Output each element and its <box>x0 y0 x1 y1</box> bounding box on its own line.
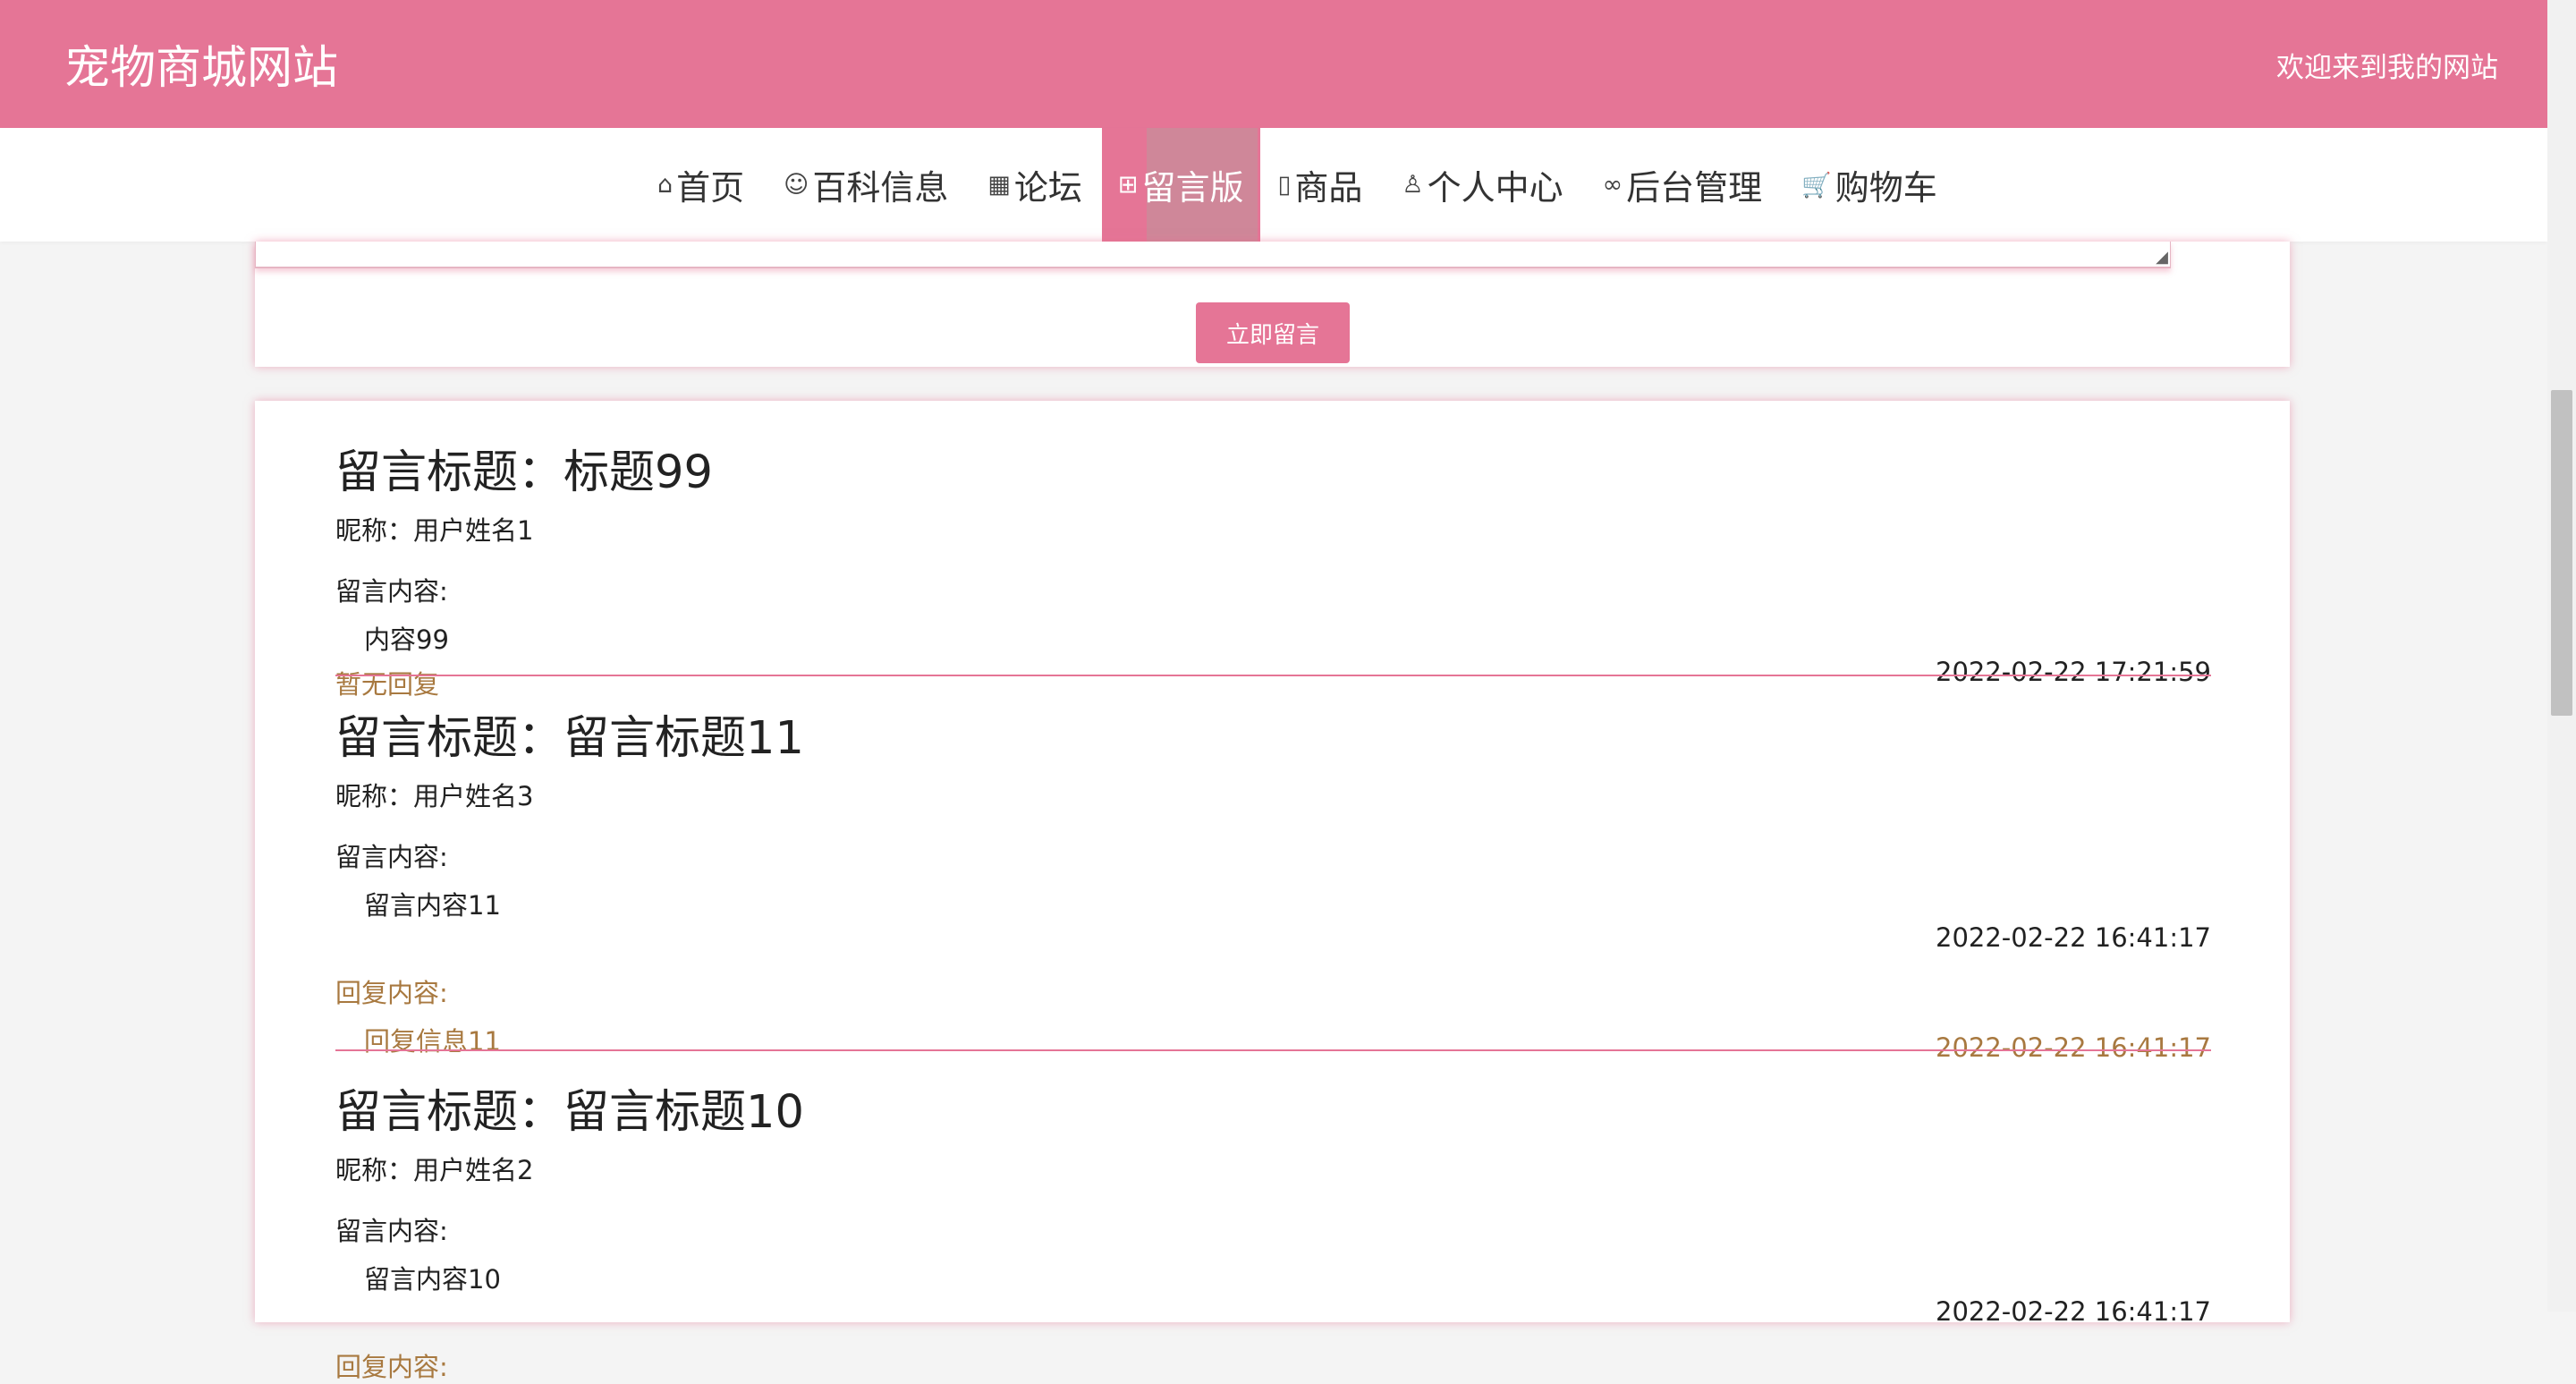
submit-message-button[interactable]: 立即留言 <box>1196 302 1350 363</box>
gift-icon: ▦ <box>987 171 1011 199</box>
compose-panel: ◢ 立即留言 <box>255 242 2290 367</box>
divider <box>335 1049 2211 1051</box>
message-time: 2022-02-22 16:41:17 <box>1936 922 2211 953</box>
nav-item-profile[interactable]: ♙ 个人中心 <box>1402 128 1563 242</box>
link-icon: ∞ <box>1602 171 1623 199</box>
nav-item-label: 后台管理 <box>1626 168 1763 208</box>
message-title: 留言标题：留言标题10 <box>335 1086 804 1139</box>
message-item: 留言标题：标题99 昵称：用户姓名1 留言内容: 内容99 暂无回复 2022-… <box>335 435 2211 701</box>
nav-item-products[interactable]: ▯ 商品 <box>1278 128 1363 242</box>
nav-item-label: 百科信息 <box>812 168 949 208</box>
reply-time: 2022-02-22 16:41:17 <box>1936 1032 2211 1063</box>
resize-handle-icon[interactable]: ◢ <box>2156 248 2168 267</box>
divider <box>335 675 2211 676</box>
welcome-text: 欢迎来到我的网站 <box>2276 52 2498 84</box>
message-content-label: 留言内容: <box>335 576 448 607</box>
user-icon: ♙ <box>1402 171 1424 199</box>
reply-content: 回复信息11 <box>364 1026 501 1057</box>
page-scrollbar[interactable] <box>2547 0 2576 1312</box>
message-content: 留言内容10 <box>364 1264 501 1295</box>
product-icon: ▯ <box>1277 171 1292 199</box>
message-item: 留言标题：留言标题11 昵称：用户姓名3 留言内容: 留言内容11 2022-0… <box>335 700 2211 1063</box>
site-header: 宠物商城网站 欢迎来到我的网站 <box>0 0 2547 128</box>
message-list: 留言标题：标题99 昵称：用户姓名1 留言内容: 内容99 暂无回复 2022-… <box>255 401 2290 1382</box>
nav-item-label: 留言版 <box>1141 168 1244 208</box>
message-nickname: 昵称：用户姓名3 <box>335 781 534 811</box>
no-reply-text: 暂无回复 <box>335 669 440 700</box>
nav-item-label: 首页 <box>676 168 745 208</box>
message-textarea[interactable]: ◢ <box>255 242 2171 268</box>
nav-item-message-board[interactable]: ⊞ 留言版 <box>1101 128 1260 242</box>
nav-item-home[interactable]: ⌂ 首页 <box>657 128 744 242</box>
site-title[interactable]: 宠物商城网站 <box>64 30 338 97</box>
main-nav: ⌂ 首页 ☺ 百科信息 ▦ 论坛 ⊞ 留言版 ▯ 商品 ♙ 个人中心 ∞ 后台管… <box>0 128 2547 242</box>
message-time: 2022-02-22 17:21:59 <box>1936 657 2211 687</box>
message-title: 留言标题：标题99 <box>335 446 713 499</box>
message-content-label: 留言内容: <box>335 1216 448 1246</box>
nav-item-cart[interactable]: 🛒 购物车 <box>1801 128 1937 242</box>
smile-icon: ☺ <box>784 171 809 199</box>
message-nickname: 昵称：用户姓名2 <box>335 1155 534 1185</box>
nav-item-label: 商品 <box>1294 168 1363 208</box>
message-content: 留言内容11 <box>364 890 501 921</box>
nav-item-label: 论坛 <box>1013 168 1082 208</box>
message-time: 2022-02-22 16:41:17 <box>1936 1296 2211 1327</box>
message-title: 留言标题：留言标题11 <box>335 712 804 765</box>
nav-item-encyclopedia[interactable]: ☺ 百科信息 <box>784 128 948 242</box>
reply-label: 回复内容: <box>335 1352 448 1382</box>
reply-label: 回复内容: <box>335 978 448 1008</box>
nav-item-forum[interactable]: ▦ 论坛 <box>987 128 1082 242</box>
nav-item-admin[interactable]: ∞ 后台管理 <box>1603 128 1763 242</box>
cart-icon: 🛒 <box>1801 171 1832 200</box>
message-nickname: 昵称：用户姓名1 <box>335 515 534 546</box>
grid-icon: ⊞ <box>1117 171 1139 199</box>
home-icon: ⌂ <box>657 171 674 199</box>
message-content: 内容99 <box>364 624 449 655</box>
nav-item-label: 购物车 <box>1835 168 1937 208</box>
nav-item-label: 个人中心 <box>1427 168 1563 208</box>
message-content-label: 留言内容: <box>335 842 448 872</box>
scrollbar-thumb[interactable] <box>2551 390 2572 716</box>
message-item: 留言标题：留言标题10 昵称：用户姓名2 留言内容: 留言内容10 2022-0… <box>335 1074 2211 1384</box>
